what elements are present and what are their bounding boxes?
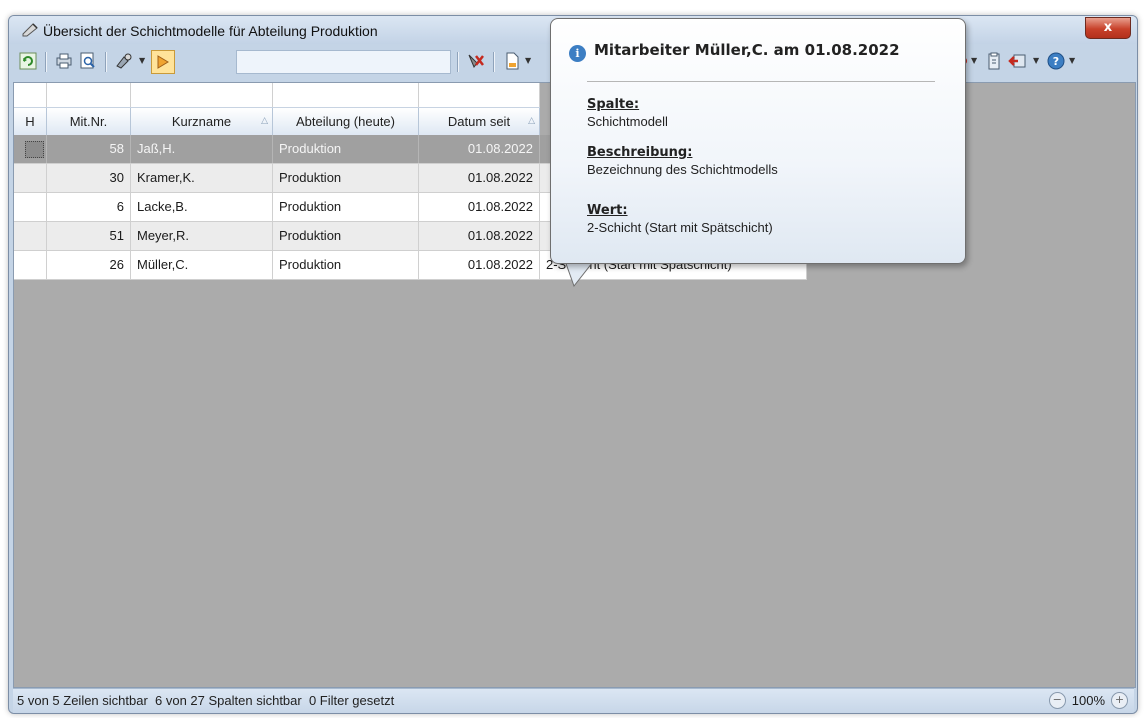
- tooltip-spalte-label: Spalte:: [587, 97, 640, 112]
- tools-icon[interactable]: [113, 50, 135, 72]
- filter-cell-nr[interactable]: [47, 83, 131, 107]
- filter-cell-abteilung[interactable]: [273, 83, 419, 107]
- cell-abteilung[interactable]: Produktion: [273, 222, 419, 250]
- column-header-datum[interactable]: Datum seit △: [419, 108, 540, 136]
- filter-clear-icon[interactable]: [465, 50, 487, 72]
- toolbar-separator: [493, 52, 495, 72]
- cell-datum[interactable]: 01.08.2022: [419, 164, 540, 192]
- search-input[interactable]: [236, 50, 451, 74]
- refresh-icon[interactable]: [17, 50, 39, 72]
- filter-row: [14, 83, 540, 107]
- row-selector-marker: [25, 141, 44, 158]
- exit-icon[interactable]: [1007, 50, 1029, 72]
- column-header-nr[interactable]: Mit.Nr.: [47, 108, 131, 136]
- filter-cell-kurzname[interactable]: [131, 83, 273, 107]
- cell-nr[interactable]: 30: [47, 164, 131, 192]
- chevron-down-icon[interactable]: ▼: [525, 56, 531, 65]
- row-indicator[interactable]: [14, 164, 47, 192]
- cell-nr[interactable]: 26: [47, 251, 131, 279]
- tooltip-wert-label: Wert:: [587, 203, 628, 218]
- cell-abteilung[interactable]: Produktion: [273, 251, 419, 279]
- row-indicator[interactable]: [14, 251, 47, 279]
- tooltip-title: i Mitarbeiter Müller,C. am 01.08.2022: [569, 41, 900, 62]
- export-document-icon[interactable]: [501, 50, 523, 72]
- row-indicator[interactable]: [14, 193, 47, 221]
- highlight-marker-icon[interactable]: [151, 50, 175, 74]
- pencil-edit-icon: [22, 23, 38, 37]
- row-indicator[interactable]: [14, 222, 47, 250]
- toolbar-separator: [105, 52, 107, 72]
- cell-nr[interactable]: 58: [47, 135, 131, 163]
- row-indicator[interactable]: [14, 135, 47, 163]
- cell-abteilung[interactable]: Produktion: [273, 164, 419, 192]
- help-icon[interactable]: ?: [1045, 50, 1067, 72]
- chevron-down-icon[interactable]: ▼: [1069, 56, 1075, 65]
- cell-nr[interactable]: 6: [47, 193, 131, 221]
- cell-datum[interactable]: 01.08.2022: [419, 135, 540, 163]
- status-bar: 5 von 5 Zeilen sichtbar 6 von 27 Spalten…: [13, 688, 1134, 713]
- print-preview-icon[interactable]: [77, 50, 99, 72]
- sort-ascending-icon: △: [261, 116, 268, 126]
- cell-abteilung[interactable]: Produktion: [273, 135, 419, 163]
- window-title: Übersicht der Schichtmodelle für Abteilu…: [43, 23, 378, 39]
- zoom-control: − 100% +: [1048, 692, 1128, 709]
- filter-cell-h[interactable]: [14, 83, 47, 107]
- tooltip-beschreibung-label: Beschreibung:: [587, 145, 693, 160]
- chevron-down-icon[interactable]: ▼: [139, 56, 145, 65]
- cell-nr[interactable]: 51: [47, 222, 131, 250]
- cell-kurzname[interactable]: Kramer,K.: [131, 164, 273, 192]
- tooltip-spalte-value: Schichtmodell: [587, 114, 668, 129]
- chevron-down-icon[interactable]: ▼: [971, 56, 977, 65]
- column-header-kurzname[interactable]: Kurzname △: [131, 108, 273, 136]
- cell-kurzname[interactable]: Jaß,H.: [131, 135, 273, 163]
- print-icon[interactable]: [53, 50, 75, 72]
- zoom-in-icon[interactable]: +: [1111, 692, 1128, 709]
- sort-ascending-icon: △: [528, 116, 535, 126]
- status-text: 5 von 5 Zeilen sichtbar 6 von 27 Spalten…: [17, 693, 395, 708]
- column-header-kurzname-label: Kurzname: [171, 114, 232, 129]
- clipboard-icon[interactable]: [983, 50, 1005, 72]
- cell-kurzname[interactable]: Meyer,R.: [131, 222, 273, 250]
- column-header-datum-label: Datum seit: [447, 114, 511, 129]
- cell-kurzname[interactable]: Müller,C.: [131, 251, 273, 279]
- tooltip-wert-value: 2-Schicht (Start mit Spätschicht): [587, 220, 773, 235]
- chevron-down-icon[interactable]: ▼: [1033, 56, 1039, 65]
- tooltip-title-text: Mitarbeiter Müller,C. am 01.08.2022: [594, 41, 900, 59]
- tooltip-beschreibung-value: Bezeichnung des Schichtmodells: [587, 162, 778, 177]
- zoom-level: 100%: [1071, 693, 1105, 708]
- zoom-out-icon[interactable]: −: [1048, 692, 1066, 709]
- cell-datum[interactable]: 01.08.2022: [419, 193, 540, 221]
- cell-kurzname[interactable]: Lacke,B.: [131, 193, 273, 221]
- toolbar-separator: [45, 52, 47, 72]
- column-header-h[interactable]: H: [14, 108, 47, 136]
- close-button[interactable]: x: [1085, 17, 1131, 39]
- column-header-row: H Mit.Nr. Kurzname △ Abteilung (heute) D…: [14, 107, 540, 137]
- filter-cell-datum[interactable]: [419, 83, 540, 107]
- cell-datum[interactable]: 01.08.2022: [419, 251, 540, 279]
- tooltip-divider: [587, 81, 935, 82]
- info-icon: i: [569, 45, 586, 62]
- cell-abteilung[interactable]: Produktion: [273, 193, 419, 221]
- svg-text:?: ?: [1053, 55, 1059, 68]
- cell-tooltip: i Mitarbeiter Müller,C. am 01.08.2022 Spa…: [550, 18, 966, 264]
- toolbar-separator: [457, 52, 459, 72]
- column-header-abteilung[interactable]: Abteilung (heute): [273, 108, 419, 136]
- cell-datum[interactable]: 01.08.2022: [419, 222, 540, 250]
